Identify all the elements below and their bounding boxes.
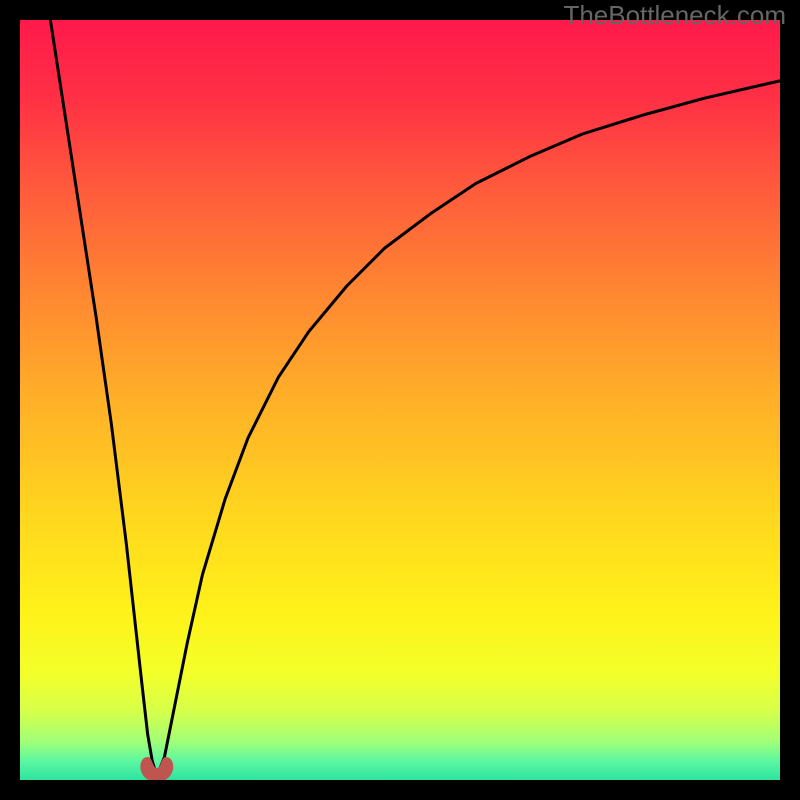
chart-frame: TheBottleneck.com <box>0 0 800 800</box>
gradient-background <box>20 20 780 780</box>
plot-svg <box>20 20 780 780</box>
plot-area <box>20 20 780 780</box>
watermark-label: TheBottleneck.com <box>563 0 786 31</box>
